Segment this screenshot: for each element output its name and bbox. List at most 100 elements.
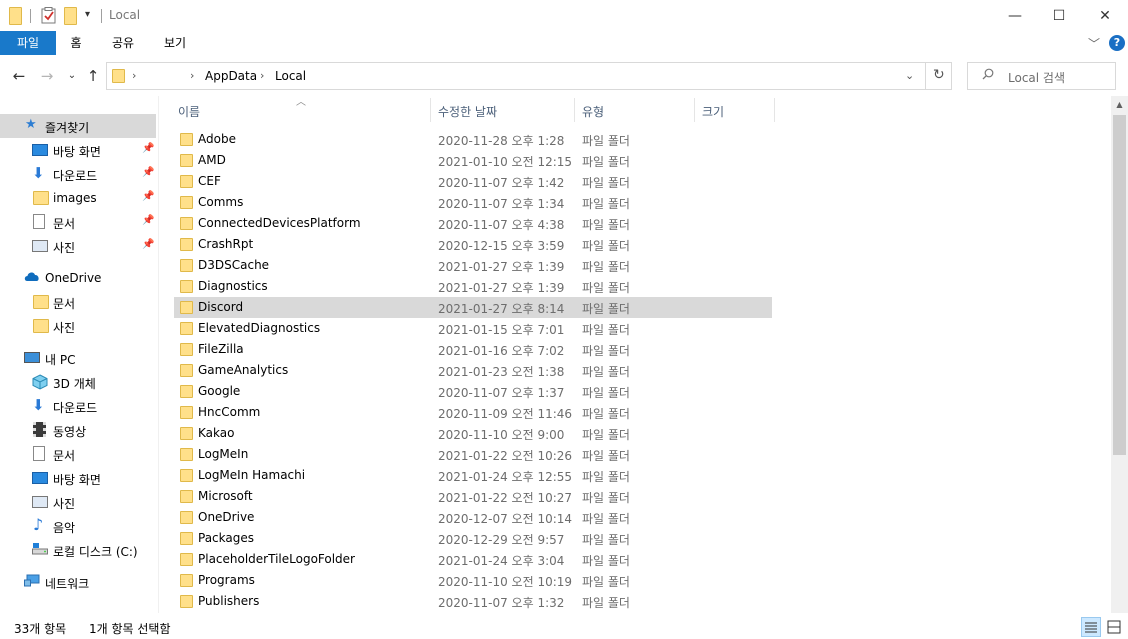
pin-icon[interactable]: 📌 <box>142 167 154 178</box>
customize-toolbar-icon[interactable]: ▾ <box>85 9 90 27</box>
recent-locations-icon[interactable]: ⌄ <box>63 66 81 86</box>
chevron-right-icon[interactable]: › <box>260 69 264 82</box>
maximize-button[interactable]: ☐ <box>1036 0 1082 31</box>
folder-icon <box>9 7 22 25</box>
file-name: ConnectedDevicesPlatform <box>198 216 361 230</box>
file-row[interactable]: CrashRpt 2020-12-15 오후 3:59 파일 폴더 <box>174 234 772 255</box>
sidebar-item-pc-desktop[interactable]: 바탕 화면 <box>0 466 156 490</box>
tab-file[interactable]: 파일 <box>0 31 56 55</box>
sidebar-item-pictures[interactable]: 사진 📌 <box>0 234 156 258</box>
pin-icon[interactable]: 📌 <box>142 191 154 202</box>
up-arrow-icon[interactable]: ↑ <box>84 66 102 86</box>
column-separator[interactable] <box>574 98 575 122</box>
file-row[interactable]: LogMeIn 2021-01-22 오전 10:26 파일 폴더 <box>174 444 772 465</box>
file-row[interactable]: Programs 2020-11-10 오전 10:19 파일 폴더 <box>174 570 772 591</box>
scroll-up-icon[interactable]: ▲ <box>1111 96 1128 113</box>
pin-icon[interactable]: 📌 <box>142 215 154 226</box>
sidebar-item-desktop[interactable]: 바탕 화면 📌 <box>0 138 156 162</box>
file-row[interactable]: AMD 2021-01-10 오전 12:15 파일 폴더 <box>174 150 772 171</box>
close-button[interactable]: ✕ <box>1082 0 1128 31</box>
column-size[interactable]: 크기 <box>702 103 724 120</box>
chevron-down-icon[interactable]: ﹀ <box>1088 35 1100 52</box>
sidebar-item-quick-access[interactable]: ★ 즐겨찾기 <box>0 114 156 138</box>
tab-home[interactable]: 홈 <box>62 31 90 55</box>
new-folder-icon[interactable] <box>64 7 77 25</box>
sidebar-item-onedrive-pictures[interactable]: 사진 <box>0 314 156 338</box>
sidebar-item-pc-documents[interactable]: 문서 <box>0 442 156 466</box>
pin-icon[interactable]: 📌 <box>142 239 154 250</box>
sidebar-item-videos[interactable]: 동영상 <box>0 418 156 442</box>
file-row[interactable]: Kakao 2020-11-10 오전 9:00 파일 폴더 <box>174 423 772 444</box>
file-type: 파일 폴더 <box>582 134 630 148</box>
file-row[interactable]: LogMeIn Hamachi 2021-01-24 오후 12:55 파일 폴더 <box>174 465 772 486</box>
file-row[interactable]: CEF 2020-11-07 오후 1:42 파일 폴더 <box>174 171 772 192</box>
sidebar-item-pc-pictures[interactable]: 사진 <box>0 490 156 514</box>
file-row[interactable]: FileZilla 2021-01-16 오후 7:02 파일 폴더 <box>174 339 772 360</box>
file-row[interactable]: Microsoft 2021-01-22 오전 10:27 파일 폴더 <box>174 486 772 507</box>
folder-icon <box>180 553 193 566</box>
sidebar-item-onedrive[interactable]: OneDrive <box>0 266 156 290</box>
chevron-right-icon[interactable]: › <box>132 69 136 82</box>
vertical-scrollbar[interactable]: ▲ <box>1111 96 1128 613</box>
sidebar-item-music[interactable]: ♪ 음악 <box>0 514 156 538</box>
chevron-down-icon[interactable]: ⌄ <box>905 69 914 82</box>
large-icons-view-button[interactable] <box>1104 617 1124 637</box>
sidebar-item-3d-objects[interactable]: 3D 개체 <box>0 370 156 394</box>
sidebar-item-onedrive-documents[interactable]: 문서 <box>0 290 156 314</box>
sidebar-item-label: 3D 개체 <box>53 377 96 391</box>
file-row[interactable]: ElevatedDiagnostics 2021-01-15 오후 7:01 파일 … <box>174 318 772 339</box>
folder-icon <box>180 574 193 587</box>
sidebar-item-pc-downloads[interactable]: ⬇ 다운로드 <box>0 394 156 418</box>
refresh-icon[interactable]: ↻ <box>933 67 945 83</box>
tab-share[interactable]: 공유 <box>104 31 142 55</box>
search-input[interactable]: Local 검색 <box>967 62 1116 90</box>
scrollbar-thumb[interactable] <box>1113 115 1126 455</box>
file-name: Comms <box>198 195 244 209</box>
column-separator[interactable] <box>694 98 695 122</box>
file-row[interactable]: Adobe 2020-11-28 오후 1:28 파일 폴더 <box>174 129 772 150</box>
back-arrow-icon[interactable]: ← <box>10 66 28 86</box>
tab-view[interactable]: 보기 <box>156 31 194 55</box>
file-row[interactable]: GameAnalytics 2021-01-23 오전 1:38 파일 폴더 <box>174 360 772 381</box>
file-date: 2021-01-16 오후 7:02 <box>438 344 565 358</box>
folder-icon <box>180 280 193 293</box>
column-name[interactable]: 이름 <box>178 103 200 120</box>
file-row[interactable]: D3DSCache 2021-01-27 오후 1:39 파일 폴더 <box>174 255 772 276</box>
folder-icon <box>180 259 193 272</box>
breadcrumb-appdata[interactable]: AppData <box>205 69 257 83</box>
file-row[interactable]: Packages 2020-12-29 오전 9:57 파일 폴더 <box>174 528 772 549</box>
details-view-button[interactable] <box>1081 617 1101 637</box>
column-separator[interactable] <box>774 98 775 122</box>
sidebar-item-downloads[interactable]: ⬇ 다운로드 📌 <box>0 162 156 186</box>
file-row[interactable]: Comms 2020-11-07 오후 1:34 파일 폴더 <box>174 192 772 213</box>
minimize-button[interactable]: — <box>992 0 1038 31</box>
sidebar-item-network[interactable]: 네트워크 <box>0 570 156 594</box>
help-icon[interactable]: ? <box>1109 35 1125 51</box>
pane-divider[interactable] <box>158 96 159 613</box>
file-row[interactable]: ConnectedDevicesPlatform 2020-11-07 오후 4:… <box>174 213 772 234</box>
sidebar-item-documents[interactable]: 문서 📌 <box>0 210 156 234</box>
pin-icon[interactable]: 📌 <box>142 143 154 154</box>
folder-icon <box>180 343 193 356</box>
file-row[interactable]: OneDrive 2020-12-07 오전 10:14 파일 폴더 <box>174 507 772 528</box>
file-row[interactable]: PlaceholderTileLogoFolder 2021-01-24 오후 3… <box>174 549 772 570</box>
breadcrumb-local[interactable]: Local <box>275 69 306 83</box>
file-row[interactable]: Publishers 2020-11-07 오후 1:32 파일 폴더 <box>174 591 772 612</box>
column-separator[interactable] <box>430 98 431 122</box>
chevron-right-icon[interactable]: › <box>190 69 194 82</box>
sidebar-item-this-pc[interactable]: 내 PC <box>0 346 156 370</box>
address-bar[interactable]: › › AppData › Local ⌄ ↻ <box>106 62 952 90</box>
column-date[interactable]: 수정한 날짜 <box>438 103 497 120</box>
folder-icon <box>180 133 193 146</box>
file-row[interactable]: Discord 2021-01-27 오후 8:14 파일 폴더 <box>174 297 772 318</box>
sidebar-item-images[interactable]: images 📌 <box>0 186 156 210</box>
file-row[interactable]: HncComm 2020-11-09 오전 11:46 파일 폴더 <box>174 402 772 423</box>
document-icon <box>33 214 45 229</box>
file-row[interactable]: Diagnostics 2021-01-27 오후 1:39 파일 폴더 <box>174 276 772 297</box>
file-row[interactable]: Google 2020-11-07 오후 1:37 파일 폴더 <box>174 381 772 402</box>
properties-icon[interactable] <box>41 7 57 25</box>
sidebar-item-label: 다운로드 <box>53 169 98 183</box>
sidebar-item-local-disk[interactable]: 로컬 디스크 (C:) <box>0 538 156 562</box>
column-type[interactable]: 유형 <box>582 103 604 120</box>
forward-arrow-icon[interactable]: → <box>38 66 56 86</box>
